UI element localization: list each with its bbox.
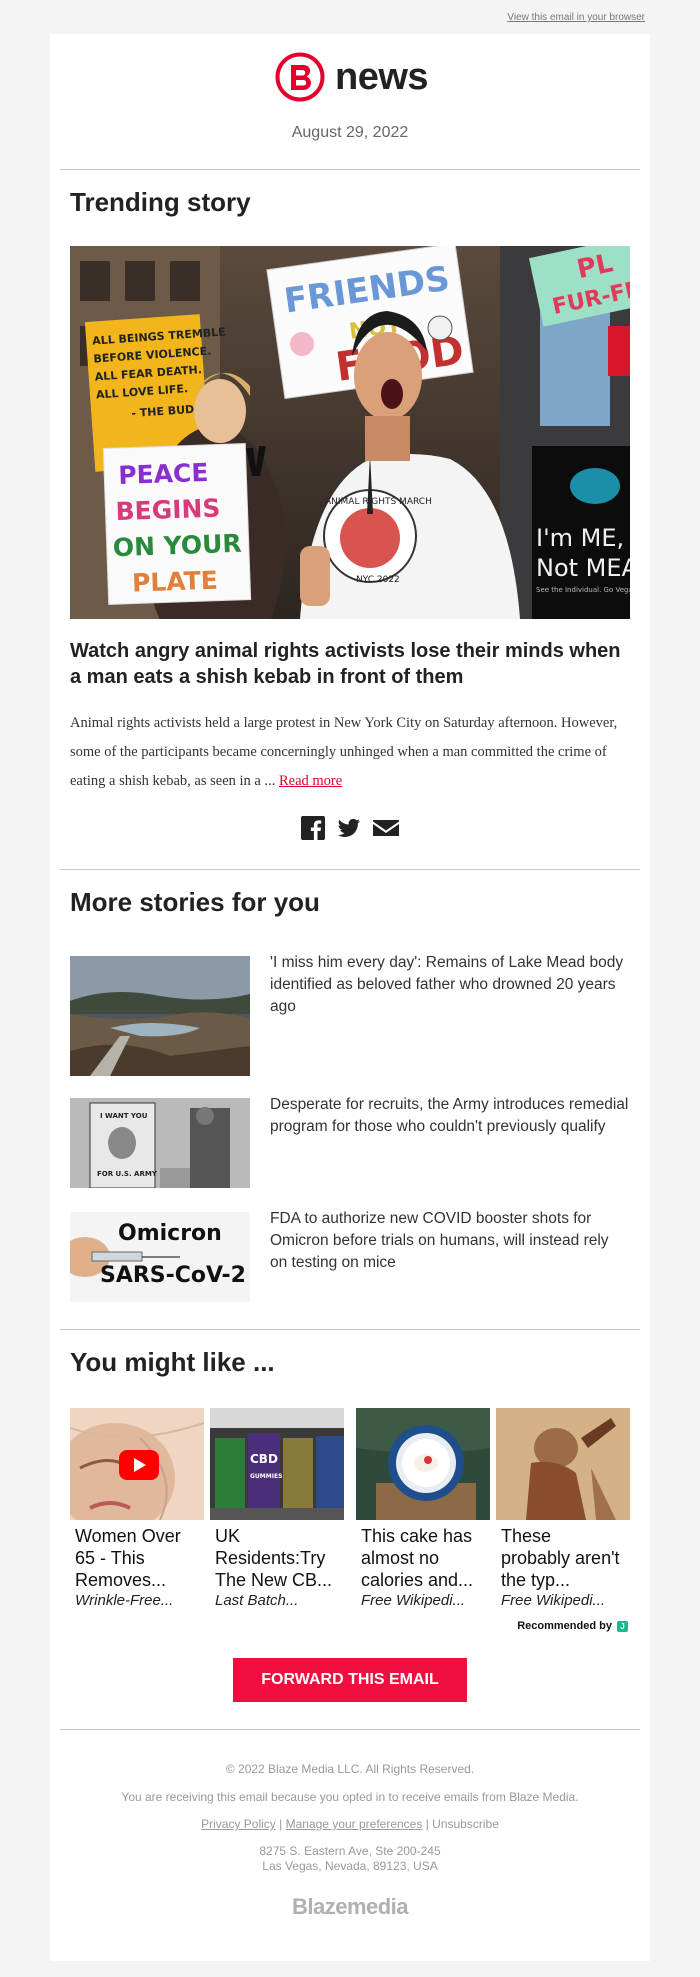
story-item[interactable]: 'I miss him every day': Remains of Lake … — [70, 954, 630, 1076]
trending-headline[interactable]: Watch angry animal rights activists lose… — [70, 638, 630, 690]
recommended-item[interactable]: Women Over 65 - This Removes... Wrinkle-… — [70, 1408, 204, 1609]
recommender-logo-icon: J — [617, 1620, 628, 1632]
twitter-icon[interactable] — [336, 815, 362, 841]
divider — [60, 1329, 640, 1330]
recommended-source: Last Batch... — [215, 1592, 299, 1609]
recommended-by-label[interactable]: Recommended by J — [517, 1620, 628, 1632]
footer-copyright: © 2022 Blaze Media LLC. All Rights Reser… — [225, 1762, 475, 1776]
recommended-title[interactable]: These probably aren't the typ... — [501, 1525, 625, 1591]
shirt-text: ANIMAL RIGHTS MARCH — [325, 497, 432, 507]
trending-section-title: Trending story — [70, 187, 251, 217]
story-thumbnail[interactable]: Omicron SARS-CoV-2 — [70, 1212, 250, 1302]
recommended-thumbnail[interactable]: CBD GUMMIES — [210, 1408, 344, 1520]
trending-summary: Animal rights activists held a large pro… — [70, 709, 630, 796]
story-title[interactable]: Desperate for recruits, the Army introdu… — [270, 1094, 630, 1138]
recommended-item[interactable]: This cake has almost no calories and... … — [356, 1408, 490, 1609]
you-might-like-section-title: You might like ... — [70, 1347, 275, 1377]
recommended-thumbnail[interactable] — [356, 1408, 490, 1520]
recommended-source: Wrinkle-Free... — [75, 1592, 174, 1609]
sign-peace-line-2: BEGINS — [115, 493, 221, 526]
svg-text:CBD GUMMIES: CBD GUMMIES — [250, 1448, 284, 1480]
recommended-thumbnail[interactable] — [70, 1408, 204, 1520]
email-icon[interactable] — [372, 815, 400, 841]
story-title[interactable]: FDA to authorize new COVID booster shots… — [270, 1208, 630, 1274]
product-label: CBD — [250, 1452, 278, 1466]
recommended-item[interactable]: These probably aren't the typ... Free Wi… — [496, 1408, 630, 1609]
sign-meat-line-2: Not MEAT. — [536, 554, 630, 582]
sign-peace-line-3: ON YOUR — [112, 529, 242, 562]
privacy-policy-link[interactable]: Privacy Policy — [201, 1817, 276, 1831]
logo-wordmark: news — [335, 56, 429, 98]
trending-summary-text: Animal rights activists held a large pro… — [70, 715, 618, 789]
recommended-item[interactable]: CBD GUMMIES UK Residents:Try The New CB.… — [210, 1408, 344, 1609]
sars-cov-2-text: SARS-CoV-2 — [100, 1263, 246, 1288]
blaze-media-logo[interactable]: Blazemedia — [50, 1894, 650, 1920]
read-more-link[interactable]: Read more — [279, 773, 342, 789]
footer-address-line-1: 8275 S. Eastern Ave, Ste 200-245 — [259, 1844, 441, 1858]
recommended-thumbnail[interactable] — [496, 1408, 630, 1520]
recommended-title[interactable]: UK Residents:Try The New CB... — [215, 1525, 339, 1591]
recommended-source: Free Wikipedi... — [361, 1592, 466, 1609]
footer-address-line-2: Las Vegas, Nevada, 89123, USA — [262, 1859, 438, 1873]
top-bar: View this email in your browser — [0, 0, 700, 34]
issue-date: August 29, 2022 — [291, 124, 409, 141]
story-thumbnail[interactable]: I WANT YOU FOR U.S. ARMY — [70, 1098, 250, 1188]
footer-opted-in: You are receiving this email because you… — [121, 1790, 579, 1804]
story-item[interactable]: I WANT YOU FOR U.S. ARMY Desperate for r… — [70, 1096, 630, 1188]
sign-peace-line-1: PEACE — [118, 458, 209, 490]
unsubscribe-link[interactable]: Unsubscribe — [432, 1817, 499, 1831]
divider — [60, 169, 640, 170]
footer-sep: | — [425, 1817, 429, 1831]
manage-preferences-link[interactable]: Manage your preferences — [286, 1817, 423, 1831]
more-stories-section-title: More stories for you — [70, 887, 320, 917]
poster-text-line-2: FOR U.S. ARMY — [97, 1170, 158, 1178]
divider — [60, 869, 640, 870]
recommended-source: Free Wikipedi... — [501, 1592, 606, 1609]
story-item[interactable]: Omicron SARS-CoV-2 FDA to authorize new … — [70, 1210, 630, 1302]
footer-sep: | — [279, 1817, 283, 1831]
recommended-title[interactable]: Women Over 65 - This Removes... — [75, 1525, 199, 1591]
product-sub: GUMMIES — [250, 1473, 282, 1480]
poster-text-line-1: I WANT YOU — [100, 1112, 148, 1120]
blaze-logo-icon[interactable] — [275, 52, 325, 102]
divider — [60, 1729, 640, 1730]
omicron-text: Omicron — [118, 1221, 222, 1246]
recommended-title[interactable]: This cake has almost no calories and... — [361, 1525, 485, 1591]
email-card: news August 29, 2022 Trending story ALL … — [50, 34, 650, 1961]
story-thumbnail[interactable] — [70, 956, 250, 1076]
footer-links: Privacy Policy | Manage your preferences… — [50, 1817, 650, 1831]
video-play-icon[interactable] — [119, 1450, 159, 1480]
sign-meat-small: See the Individual. Go Vegan. — [536, 586, 630, 594]
story-title[interactable]: 'I miss him every day': Remains of Lake … — [270, 952, 630, 1018]
forward-email-button[interactable]: FORWARD THIS EMAIL — [233, 1658, 467, 1702]
trending-hero-image[interactable]: ALL BEINGS TREMBLE BEFORE VIOLENCE. ALL … — [70, 246, 630, 619]
view-in-browser-link[interactable]: View this email in your browser — [507, 12, 645, 23]
facebook-icon[interactable] — [300, 815, 326, 841]
sign-meat-line-1: I'm ME, — [536, 524, 624, 552]
shirt-year: NYC 2022 — [356, 575, 400, 585]
sign-peace-line-4: PLATE — [132, 566, 219, 598]
recommended-by-text: Recommended by — [517, 1620, 612, 1632]
